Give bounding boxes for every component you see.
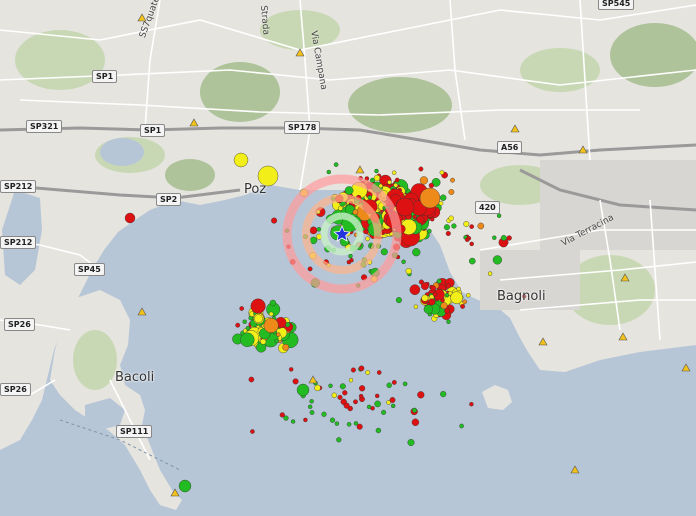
road-label-sp1b: SP1 [140, 124, 166, 137]
road-label-sp45: SP45 [74, 263, 105, 276]
place-label-pozzuoli: Poz [244, 182, 267, 197]
road-label-sp26b: SP26 [0, 383, 31, 396]
epicenter-star-icon [332, 224, 352, 242]
road-label-sp2: SP2 [156, 193, 182, 206]
road-label-sp212a: SP212 [0, 180, 37, 193]
road-label-sp26a: SP26 [4, 318, 35, 331]
road-label-sp545: SP545 [598, 0, 635, 10]
road-label-420: 420 [475, 201, 500, 214]
place-label-bacoli: Bacoli [115, 370, 155, 385]
place-label-bagnoli: Bagnoli [497, 289, 546, 304]
road-label-sp321: SP321 [26, 120, 63, 133]
road-label-sp111: SP111 [116, 425, 153, 438]
road-label-sp212b: SP212 [0, 236, 37, 249]
road-label-a56: A56 [497, 141, 523, 154]
road-label-sp1a: SP1 [92, 70, 118, 83]
map-viewport[interactable]: SP545 SP1 SP321 SP1 SP178 A56 SP212 SP2 … [0, 0, 696, 516]
road-label-sp178: SP178 [284, 121, 321, 134]
